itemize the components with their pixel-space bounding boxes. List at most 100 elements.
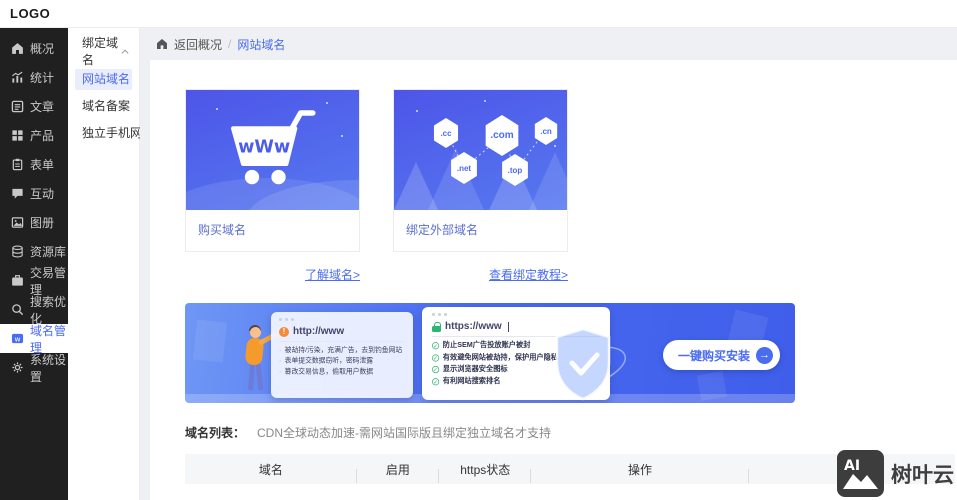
sidebar-item-articles[interactable]: 文章 [0, 92, 68, 121]
secondary-sidebar: 绑定域名 网站域名 域名备案 独立手机网站 [68, 28, 140, 500]
shopping-cart-icon: wWw [217, 106, 329, 190]
col-enabled: 启用 [357, 461, 439, 478]
sidebar-item-label: 统计 [30, 69, 54, 86]
col-domain: 域名 [185, 461, 357, 478]
image-icon [11, 216, 24, 229]
check-icon: ✓ [432, 342, 439, 349]
sidebar-item-domains[interactable]: w 域名管理 [0, 324, 68, 353]
shield-icon [537, 323, 629, 403]
document-icon [11, 100, 24, 113]
risk-item: 表单提交数据窃听，密码泄露 [285, 356, 373, 367]
main-area: 返回概况 / 网站域名 [140, 28, 957, 500]
learn-domain-link[interactable]: 了解域名> [305, 268, 360, 282]
sidebar-item-interaction[interactable]: 互动 [0, 179, 68, 208]
sidebar-item-label: 产品 [30, 127, 54, 144]
arrow-right-icon: → [756, 347, 773, 364]
sidebar-item-label: 概况 [30, 40, 54, 57]
svg-text:AI: AI [844, 458, 860, 474]
gear-icon [11, 361, 24, 374]
grid-icon [11, 129, 24, 142]
domain-icon: w [11, 332, 24, 345]
submenu-item-mobile-site[interactable]: 独立手机网站 [75, 123, 132, 144]
binding-tutorial-link[interactable]: 查看绑定教程> [489, 268, 568, 282]
http-risk-list: · 被劫持/污染，充满广告，去到钓鱼网站 · 表单提交数据窃听，密码泄露 · 篡改交易… [279, 345, 405, 378]
one-click-buy-install-button[interactable]: 一键购买安装 → [663, 340, 780, 370]
promo-cards-row: wWw 购买域名 [185, 89, 957, 252]
sidebar-item-stats[interactable]: 统计 [0, 63, 68, 92]
buy-domain-illustration: wWw [186, 90, 359, 210]
watermark-badge-icon: AI [837, 450, 884, 497]
sidebar-item-label: 表单 [30, 156, 54, 173]
svg-text:w: w [14, 334, 20, 343]
benefit-item: 防止SEM广告投放账户被封 [443, 340, 531, 352]
benefit-item: 显示浏览器安全图标 [443, 364, 508, 376]
sidebar-item-forms[interactable]: 表单 [0, 150, 68, 179]
sidebar-item-label: 互动 [30, 185, 54, 202]
col-actions: 操作 [531, 461, 748, 478]
http-url: http://www [293, 326, 344, 337]
links-row: 了解域名> 查看绑定教程> [185, 266, 957, 282]
database-icon [11, 245, 24, 258]
sidebar-item-resources[interactable]: 资源库 [0, 237, 68, 266]
bind-external-domain-label: 绑定外部域名 [394, 210, 567, 251]
watermark-text: 树叶云 [891, 459, 954, 489]
benefit-item: 有利网站搜索排名 [443, 376, 501, 388]
submenu-group-label: 绑定域名 [82, 34, 124, 68]
chevron-up-icon [122, 49, 129, 56]
window-dots [432, 312, 600, 317]
primary-sidebar: 概况 统计 文章 产品 表单 互动 图册 资源库 [0, 28, 68, 500]
bind-external-domain-card[interactable]: .cc .com .cn .net .top 绑定外部域名 [393, 89, 568, 252]
sidebar-item-overview[interactable]: 概况 [0, 34, 68, 63]
submenu-item-website-domain[interactable]: 网站域名 [75, 69, 132, 90]
http-warning-window: ! http://www · 被劫持/污染，充满广告，去到钓鱼网站 · 表单提交数据… [271, 312, 413, 398]
text-cursor [508, 322, 509, 332]
bullet-dot: · [279, 367, 281, 378]
buy-domain-label: 购买域名 [186, 210, 359, 251]
watermark: AI 树叶云 [837, 450, 954, 497]
briefcase-icon [11, 274, 24, 287]
topbar: LOGO [0, 0, 957, 28]
chart-icon [11, 71, 24, 84]
bullet-dot: · [279, 345, 281, 356]
hexagon-connectors [394, 90, 567, 210]
breadcrumb: 返回概况 / 网站域名 [140, 28, 957, 60]
search-icon [11, 303, 24, 316]
sidebar-item-seo[interactable]: 搜索优化 [0, 295, 68, 324]
sidebar-item-label: 资源库 [30, 243, 66, 260]
breadcrumb-back-link[interactable]: 返回概况 [174, 36, 222, 53]
sidebar-item-label: 文章 [30, 98, 54, 115]
window-dots [279, 317, 405, 322]
submenu-group-bind-domain[interactable]: 绑定域名 [68, 42, 139, 60]
sidebar-item-albums[interactable]: 图册 [0, 208, 68, 237]
check-icon: ✓ [432, 378, 439, 385]
domain-list-label: 域名列表： [185, 424, 245, 441]
https-url: https://www [445, 321, 502, 332]
sidebar-item-settings[interactable]: 系统设置 [0, 353, 68, 382]
domain-list-header: 域名列表： CDN全球动态加速-需网站国际版且绑定独立域名才支持 [185, 424, 957, 441]
home-icon [156, 38, 168, 50]
content-card: wWw 购买域名 [150, 60, 957, 500]
app-logo: LOGO [10, 6, 50, 21]
buy-domain-card[interactable]: wWw 购买域名 [185, 89, 360, 252]
check-icon: ✓ [432, 366, 439, 373]
breadcrumb-separator: / [228, 37, 231, 51]
breadcrumb-current: 网站域名 [237, 36, 285, 53]
risk-item: 篡改交易信息，偷取用户数据 [285, 367, 373, 378]
sidebar-item-products[interactable]: 产品 [0, 121, 68, 150]
clipboard-icon [11, 158, 24, 171]
home-icon [11, 42, 24, 55]
bullet-dot: · [279, 356, 281, 367]
submenu-item-domain-filing[interactable]: 域名备案 [75, 96, 132, 117]
warning-icon: ! [279, 327, 289, 337]
check-icon: ✓ [432, 354, 439, 361]
https-promo-banner: ! http://www · 被劫持/污染，充满广告，去到钓鱼网站 · 表单提交数据… [185, 303, 795, 403]
sidebar-item-label: 图册 [30, 214, 54, 231]
sidebar-item-trade[interactable]: 交易管理 [0, 266, 68, 295]
buy-button-label: 一键购买安装 [678, 347, 750, 364]
risk-item: 被劫持/污染，充满广告，去到钓鱼网站 [285, 345, 402, 356]
lock-icon [432, 322, 441, 332]
col-https-status: https状态 [439, 461, 531, 478]
domain-list-note: CDN全球动态加速-需网站国际版且绑定独立域名才支持 [257, 424, 551, 441]
sidebar-item-label: 系统设置 [30, 351, 68, 385]
chat-icon [11, 187, 24, 200]
